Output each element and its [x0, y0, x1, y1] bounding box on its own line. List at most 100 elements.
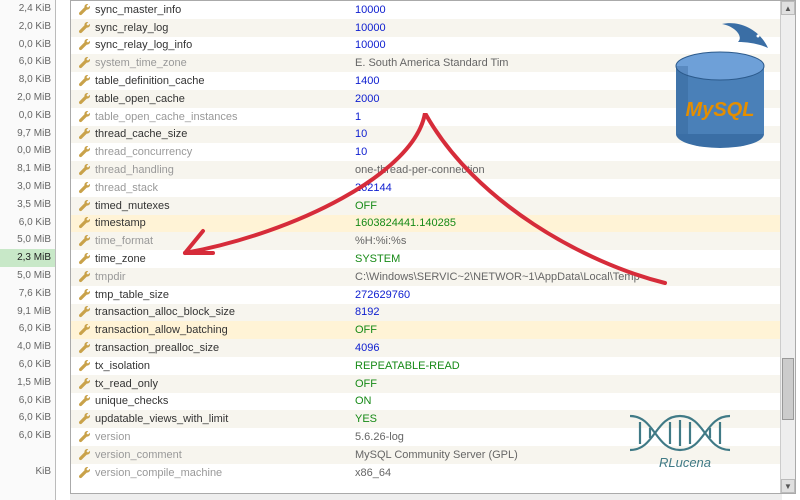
variable-row-transaction_allow_batching[interactable]: transaction_allow_batchingOFF	[71, 321, 781, 339]
tree-size-cell	[0, 445, 55, 463]
variable-row-time_format[interactable]: time_format%H:%i:%s	[71, 232, 781, 250]
scroll-up-button[interactable]: ▲	[781, 1, 795, 15]
tree-size-cell: 2,0 MiB	[0, 89, 55, 107]
variable-name: transaction_alloc_block_size	[93, 306, 353, 318]
tree-size-cell: 7,6 KiB	[0, 285, 55, 303]
dna-icon	[630, 416, 730, 450]
variable-value: 4096	[353, 342, 781, 354]
tree-size-cell: 9,1 MiB	[0, 303, 55, 321]
variable-row-transaction_prealloc_size[interactable]: transaction_prealloc_size4096	[71, 339, 781, 357]
variable-row-tmp_table_size[interactable]: tmp_table_size272629760	[71, 286, 781, 304]
tree-size-cell: 0,0 KiB	[0, 36, 55, 54]
variable-row-timed_mutexes[interactable]: timed_mutexesOFF	[71, 197, 781, 215]
variable-name: tmpdir	[93, 271, 353, 283]
variable-value: 262144	[353, 182, 781, 194]
tree-size-cell: 2,0 KiB	[0, 18, 55, 36]
variable-name: transaction_allow_batching	[93, 324, 353, 336]
tree-size-cell: 2,4 KiB	[0, 0, 55, 18]
scroll-thumb[interactable]	[782, 358, 794, 420]
wrench-icon	[75, 127, 93, 141]
tree-size-cell: 8,0 KiB	[0, 71, 55, 89]
variable-value: 272629760	[353, 289, 781, 301]
tree-size-cell: 0,0 KiB	[0, 107, 55, 125]
tree-size-cell: 8,1 MiB	[0, 160, 55, 178]
tree-size-cell: 2,3 MiB	[0, 249, 55, 267]
scroll-down-button[interactable]: ▼	[781, 479, 795, 493]
mysql-text: MySQL	[686, 99, 755, 121]
vertical-scrollbar[interactable]: ▲ ▼	[780, 1, 795, 493]
variable-value: REPEATABLE-READ	[353, 360, 781, 372]
variable-value: 8192	[353, 306, 781, 318]
wrench-icon	[75, 199, 93, 213]
wrench-icon	[75, 92, 93, 106]
tree-size-cell: 5,0 MiB	[0, 231, 55, 249]
wrench-icon	[75, 216, 93, 230]
wrench-icon	[75, 252, 93, 266]
wrench-icon	[75, 305, 93, 319]
variable-value: OFF	[353, 200, 781, 212]
tree-size-cell: 1,5 MiB	[0, 374, 55, 392]
variable-row-tmpdir[interactable]: tmpdirC:\Windows\SERVIC~2\NETWOR~1\AppDa…	[71, 268, 781, 286]
variable-name: timed_mutexes	[93, 200, 353, 212]
variable-name: version_comment	[93, 449, 353, 461]
variable-row-timestamp[interactable]: timestamp1603824441.140285	[71, 215, 781, 233]
wrench-icon	[75, 38, 93, 52]
variable-value: %H:%i:%s	[353, 235, 781, 247]
scroll-track[interactable]	[781, 15, 795, 479]
variable-value: OFF	[353, 378, 781, 390]
variable-value: ON	[353, 395, 781, 407]
tree-size-cell: 4,0 MiB	[0, 338, 55, 356]
variable-name: tx_isolation	[93, 360, 353, 372]
tree-size-cell: 6,0 KiB	[0, 53, 55, 71]
variable-name: unique_checks	[93, 395, 353, 407]
wrench-icon	[75, 181, 93, 195]
wrench-icon	[75, 359, 93, 373]
tree-size-cell: KiB	[0, 463, 55, 481]
tree-size-cell: 6,0 KiB	[0, 392, 55, 410]
variable-name: timestamp	[93, 217, 353, 229]
horizontal-scrollbar[interactable]	[70, 494, 782, 500]
wrench-icon	[75, 430, 93, 444]
wrench-icon	[75, 234, 93, 248]
wrench-icon	[75, 3, 93, 17]
variable-name: thread_handling	[93, 164, 353, 176]
wrench-icon	[75, 377, 93, 391]
variable-value: SYSTEM	[353, 253, 781, 265]
variable-name: tmp_table_size	[93, 289, 353, 301]
wrench-icon	[75, 323, 93, 337]
variable-name: time_format	[93, 235, 353, 247]
variable-name: system_time_zone	[93, 57, 353, 69]
wrench-icon	[75, 74, 93, 88]
variable-row-transaction_alloc_block_size[interactable]: transaction_alloc_block_size8192	[71, 304, 781, 322]
tree-size-cell: 3,0 MiB	[0, 178, 55, 196]
variable-row-thread_stack[interactable]: thread_stack262144	[71, 179, 781, 197]
variable-name: sync_master_info	[93, 4, 353, 16]
variable-row-time_zone[interactable]: time_zoneSYSTEM	[71, 250, 781, 268]
wrench-icon	[75, 412, 93, 426]
tree-size-cell: 6,0 KiB	[0, 409, 55, 427]
rlucena-watermark: RLucena	[620, 408, 750, 470]
variable-name: sync_relay_log_info	[93, 39, 353, 51]
variable-name: transaction_prealloc_size	[93, 342, 353, 354]
variable-row-tx_read_only[interactable]: tx_read_onlyOFF	[71, 375, 781, 393]
wrench-icon	[75, 56, 93, 70]
wrench-icon	[75, 110, 93, 124]
tree-size-cell: 6,0 KiB	[0, 214, 55, 232]
wrench-icon	[75, 145, 93, 159]
mysql-logo: MySQL	[660, 14, 780, 154]
variable-name: version_compile_machine	[93, 467, 353, 479]
tree-size-cell: 6,0 KiB	[0, 427, 55, 445]
variable-row-thread_handling[interactable]: thread_handlingone-thread-per-connection	[71, 161, 781, 179]
variable-name: sync_relay_log	[93, 22, 353, 34]
variable-row-tx_isolation[interactable]: tx_isolationREPEATABLE-READ	[71, 357, 781, 375]
tree-size-cell: 6,0 KiB	[0, 356, 55, 374]
wrench-icon	[75, 288, 93, 302]
variable-value: 1603824441.140285	[353, 217, 781, 229]
variable-name: tx_read_only	[93, 378, 353, 390]
tree-size-cell: 6,0 KiB	[0, 320, 55, 338]
variable-name: thread_stack	[93, 182, 353, 194]
variable-name: table_open_cache_instances	[93, 111, 353, 123]
wrench-icon	[75, 163, 93, 177]
wrench-icon	[75, 394, 93, 408]
tree-size-cell: 0,0 MiB	[0, 142, 55, 160]
